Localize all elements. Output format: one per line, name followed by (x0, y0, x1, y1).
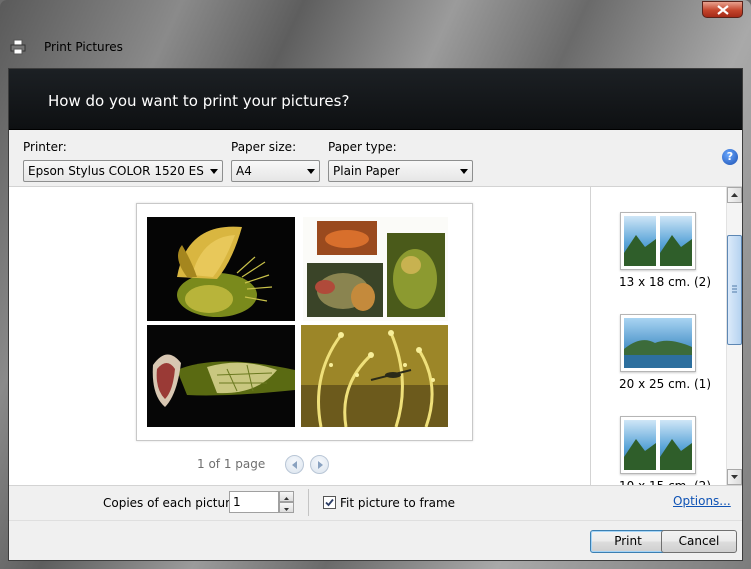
cancel-button[interactable]: Cancel (661, 530, 737, 553)
printer-icon (10, 39, 26, 55)
paper-size-value: A4 (236, 164, 252, 178)
printer-select[interactable]: Epson Stylus COLOR 1520 ESC/P 2 (23, 160, 223, 182)
close-button[interactable] (702, 1, 743, 18)
dialog-footer: Print Cancel (9, 520, 742, 560)
printer-label: Printer: (23, 140, 67, 154)
chevron-down-icon (210, 169, 218, 174)
layout-thumbnail (620, 416, 696, 474)
divider (308, 489, 309, 516)
copies-input[interactable]: 1 (229, 491, 279, 513)
printer-value: Epson Stylus COLOR 1520 ESC/P 2 (28, 164, 204, 178)
close-icon (717, 5, 729, 15)
copies-stepper[interactable] (279, 491, 294, 513)
paper-size-label: Paper size: (231, 140, 297, 154)
layout-thumbnail (620, 314, 696, 372)
scroll-up-button[interactable] (727, 187, 742, 203)
checkmark-icon (325, 498, 334, 507)
dialog-client: How do you want to print your pictures? … (8, 68, 743, 561)
fit-picture-label: Fit picture to frame (340, 496, 456, 510)
copies-increment-button[interactable] (279, 491, 294, 502)
next-page-button[interactable] (310, 455, 329, 474)
options-link[interactable]: Options... (673, 494, 731, 508)
layout-item[interactable]: 13 x 18 cm. (2) (619, 212, 711, 289)
preview-photo (301, 325, 448, 427)
paper-size-select[interactable]: A4 (231, 160, 320, 182)
layout-thumbnail (620, 212, 696, 270)
paper-type-select[interactable]: Plain Paper (328, 160, 473, 182)
preview-page (136, 203, 473, 441)
scroll-thumb[interactable] (727, 235, 742, 345)
grip-icon (732, 285, 737, 293)
print-options-bar: Printer: Epson Stylus COLOR 1520 ESC/P 2… (9, 130, 742, 187)
preview-photo (147, 325, 295, 427)
arrow-up-icon (731, 193, 738, 197)
help-icon[interactable]: ? (722, 149, 738, 165)
arrow-down-icon (284, 508, 289, 511)
paper-type-label: Paper type: (328, 140, 397, 154)
dialog-header: How do you want to print your pictures? (9, 69, 742, 130)
paper-type-value: Plain Paper (333, 164, 400, 178)
previous-page-button[interactable] (285, 455, 304, 474)
header-heading: How do you want to print your pictures? (48, 92, 350, 110)
print-preview-area: 1 of 1 page (9, 187, 591, 485)
fit-picture-checkbox[interactable] (323, 496, 336, 509)
copies-decrement-button[interactable] (279, 502, 294, 513)
copies-bar: Copies of each picture: 1 Fit picture to… (9, 485, 742, 520)
layout-label: 13 x 18 cm. (2) (619, 275, 711, 289)
copies-label: Copies of each picture: (103, 496, 242, 510)
layout-scrollbar[interactable] (726, 187, 742, 485)
arrow-left-icon (292, 461, 297, 469)
chevron-down-icon (460, 169, 468, 174)
layout-item[interactable]: 20 x 25 cm. (1) (619, 314, 711, 391)
chevron-down-icon (307, 169, 315, 174)
window-frame: Print Pictures How do you want to print … (0, 0, 751, 569)
layout-item[interactable]: 10 x 15 cm. (2) (619, 416, 711, 493)
preview-photo (147, 217, 295, 321)
window-title: Print Pictures (44, 40, 123, 54)
page-count: 1 of 1 page (197, 457, 266, 471)
print-button[interactable]: Print (590, 530, 666, 553)
preview-photo (303, 217, 448, 321)
arrow-down-icon (731, 475, 738, 479)
layout-label: 20 x 25 cm. (1) (619, 377, 711, 391)
layout-list: 13 x 18 cm. (2) 20 x 25 cm. (1) (591, 187, 742, 493)
arrow-right-icon (318, 461, 323, 469)
scroll-down-button[interactable] (727, 469, 742, 485)
